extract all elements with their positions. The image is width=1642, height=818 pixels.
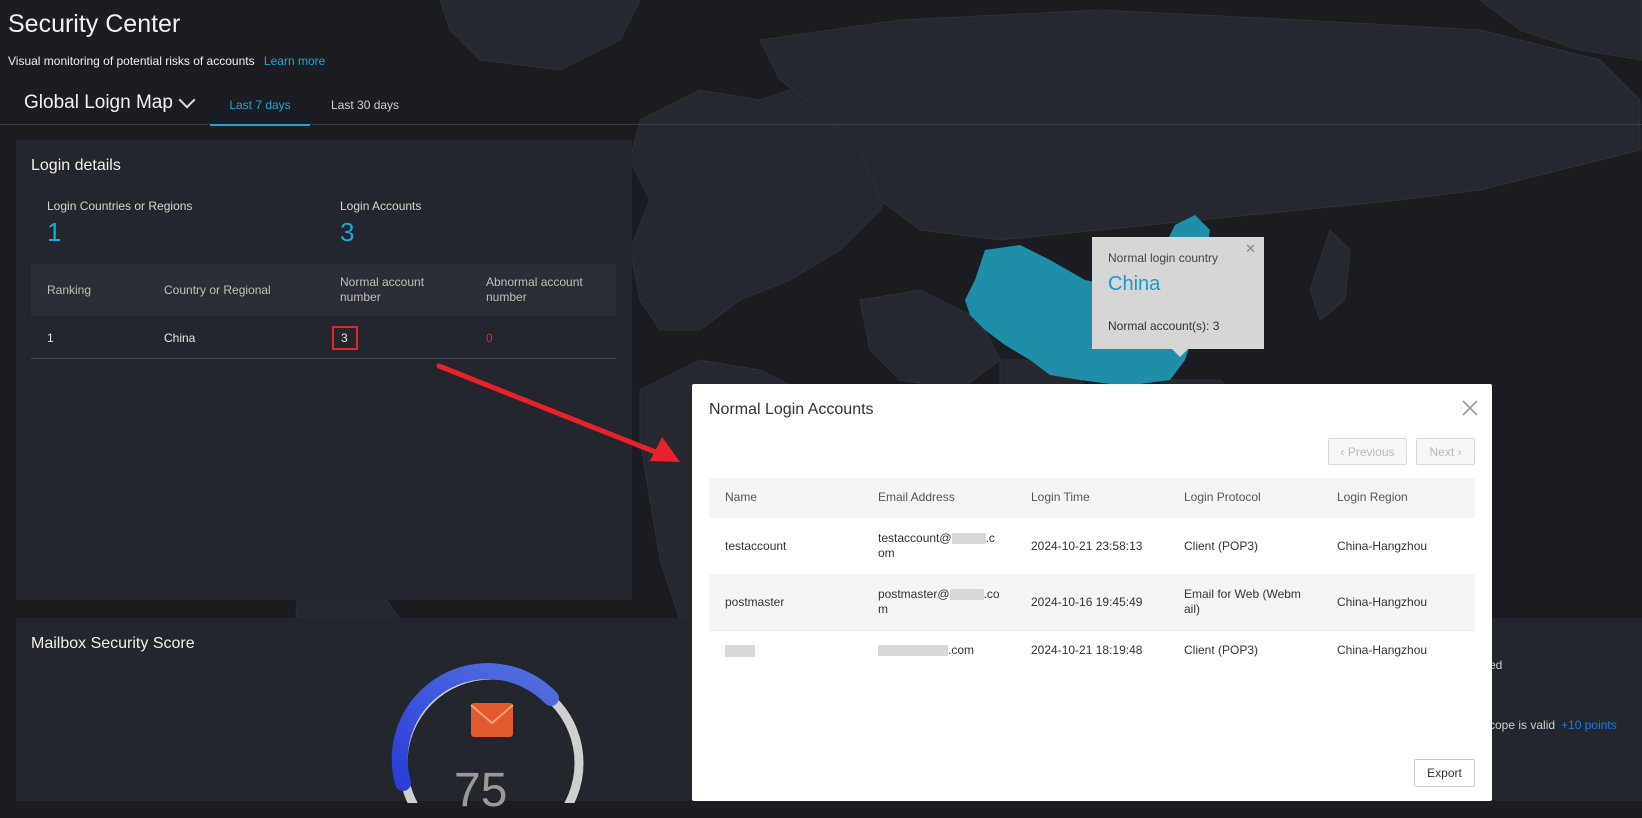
- login-countries-value: 1: [47, 217, 62, 247]
- redacted-block: [951, 533, 986, 545]
- row-divider: [31, 358, 616, 359]
- login-accounts-label: Login Accounts: [340, 199, 422, 213]
- redacted-block: [878, 645, 948, 657]
- next-button[interactable]: Next ›: [1416, 438, 1475, 465]
- col-country: Country or Regional: [164, 283, 271, 297]
- login-details-panel: Login details Login Countries or Regions…: [16, 140, 632, 600]
- page-title: Security Center: [8, 10, 181, 38]
- cell-name: testaccount: [725, 539, 787, 553]
- score-value: 75: [454, 764, 508, 817]
- email-prefix: testaccount@: [878, 531, 952, 545]
- email-suffix: .com: [948, 643, 975, 657]
- cell-login-time: 2024-10-16 19:45:49: [1031, 595, 1143, 609]
- login-details-title: Login details: [31, 157, 121, 174]
- security-score-title: Mailbox Security Score: [31, 635, 195, 652]
- col-protocol: Login Protocol: [1184, 490, 1261, 504]
- modal-title: Normal Login Accounts: [709, 401, 874, 418]
- close-icon[interactable]: [1460, 398, 1480, 418]
- email-suffix: .co: [983, 587, 1000, 601]
- col-name: Name: [725, 490, 758, 504]
- highlight-box: [332, 326, 358, 350]
- tooltip-close-icon[interactable]: ✕: [1245, 241, 1256, 257]
- row-country: China: [164, 331, 196, 345]
- modal-table-header: Name Email Address Login Time Login Prot…: [709, 478, 1475, 518]
- cell-name: postmaster: [725, 595, 785, 609]
- col-normal: Normal account number: [340, 275, 425, 304]
- tooltip-count: Normal account(s): 3: [1108, 319, 1220, 333]
- mail-icon: [470, 703, 514, 737]
- col-ranking: Ranking: [47, 283, 92, 297]
- tab-last-7-days[interactable]: Last 7 days: [210, 98, 310, 126]
- cell-name: [725, 643, 755, 658]
- score-side-item: cope is valid +10 points: [1489, 718, 1617, 732]
- cell-email: testaccount@ .c om: [878, 531, 1008, 561]
- cell-region: China-Hangzhou: [1337, 539, 1428, 553]
- col-region: Login Region: [1337, 490, 1408, 504]
- col-login-time: Login Time: [1031, 490, 1090, 504]
- cell-email: postmaster@ .co m: [878, 587, 1013, 617]
- tab-last-30-days[interactable]: Last 30 days: [331, 98, 399, 124]
- score-points: +10 points: [1561, 718, 1617, 732]
- email-suffix: .c: [985, 531, 995, 545]
- cell-protocol: Client (POP3): [1184, 643, 1259, 657]
- normal-login-accounts-modal: Normal Login Accounts ‹ Previous Next › …: [692, 384, 1492, 801]
- previous-button[interactable]: ‹ Previous: [1328, 438, 1407, 465]
- subtitle-text: Visual monitoring of potential risks of …: [8, 54, 255, 68]
- cell-region: China-Hangzhou: [1337, 643, 1428, 657]
- email-line2: om: [878, 546, 895, 560]
- cell-login-time: 2024-10-21 18:19:48: [1031, 643, 1143, 657]
- tooltip-tail: [1172, 349, 1188, 357]
- login-table-header: Ranking Country or Regional Normal accou…: [31, 264, 616, 316]
- col-abnormal: Abnormal account number: [486, 275, 583, 304]
- cell-login-time: 2024-10-21 23:58:13: [1031, 539, 1143, 553]
- table-row: testaccount testaccount@ .c om 2024-10-21…: [709, 518, 1475, 575]
- cell-protocol: Email for Web (Webm ail): [1184, 587, 1324, 617]
- row-abnormal-count[interactable]: 0: [486, 331, 493, 345]
- map-type-dropdown[interactable]: Global Loign Map: [24, 91, 196, 114]
- redacted-block: [725, 644, 755, 657]
- map-tooltip: ✕ Normal login country China Normal acco…: [1092, 237, 1264, 357]
- map-header: Global Loign Map Last 7 days Last 30 day…: [0, 91, 1642, 126]
- learn-more-link[interactable]: Learn more: [264, 54, 325, 68]
- map-type-label: Global Loign Map: [24, 92, 173, 113]
- redacted-block: [949, 589, 984, 601]
- export-button[interactable]: Export: [1414, 759, 1475, 787]
- tooltip-label: Normal login country: [1108, 251, 1219, 265]
- cell-region: China-Hangzhou: [1337, 595, 1428, 609]
- login-countries-label: Login Countries or Regions: [47, 199, 193, 213]
- row-ranking: 1: [47, 331, 54, 345]
- page-subtitle: Visual monitoring of potential risks of …: [8, 54, 325, 68]
- col-email: Email Address: [878, 490, 955, 504]
- table-row: postmaster postmaster@ .co m 2024-10-16 1…: [709, 574, 1475, 631]
- table-row: .com 2024-10-21 18:19:48 Client (POP3) C…: [709, 630, 1475, 670]
- protocol-line2: ail): [1184, 602, 1201, 616]
- cell-email: .com: [878, 643, 974, 658]
- tooltip-country[interactable]: China: [1108, 273, 1160, 296]
- cell-protocol: Client (POP3): [1184, 539, 1259, 553]
- login-accounts-value: 3: [340, 217, 355, 247]
- score-side-text-2: cope is valid: [1489, 718, 1556, 732]
- protocol-line1: Email for Web (Webm: [1184, 587, 1301, 601]
- email-prefix: postmaster@: [878, 587, 950, 601]
- email-line2: m: [878, 602, 888, 616]
- chevron-down-icon: [178, 91, 196, 109]
